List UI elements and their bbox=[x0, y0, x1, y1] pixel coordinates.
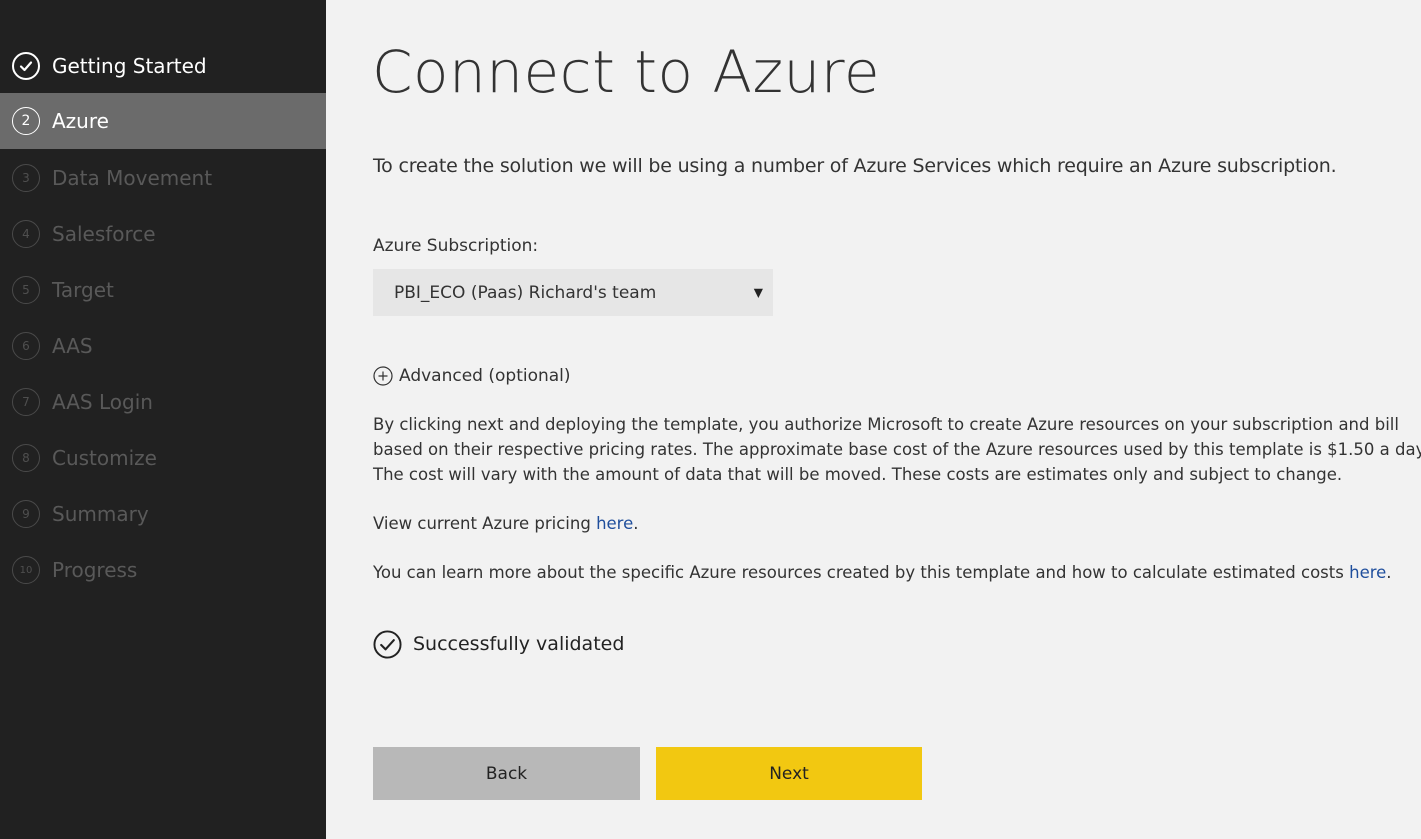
sidebar-item-label: AAS Login bbox=[52, 390, 153, 414]
sidebar-item-summary[interactable]: 9 Summary bbox=[0, 486, 326, 542]
intro-text: To create the solution we will be using … bbox=[373, 155, 1337, 177]
learn-more-link[interactable]: here bbox=[1349, 563, 1386, 582]
step-number-icon: 10 bbox=[12, 556, 40, 584]
pricing-text: View current Azure pricing here. bbox=[373, 511, 1413, 536]
step-number-icon: 7 bbox=[12, 388, 40, 416]
subscription-label: Azure Subscription: bbox=[373, 236, 539, 256]
sidebar-item-aas-login[interactable]: 7 AAS Login bbox=[0, 374, 326, 430]
back-button[interactable]: Back bbox=[373, 747, 640, 800]
subscription-value: PBI_ECO (Paas) Richard's team bbox=[394, 282, 657, 303]
sidebar-item-azure[interactable]: 2 Azure bbox=[0, 93, 326, 149]
subscription-dropdown[interactable]: PBI_ECO (Paas) Richard's team ▼ bbox=[373, 269, 773, 316]
sidebar-item-salesforce[interactable]: 4 Salesforce bbox=[0, 206, 326, 262]
step-number-icon: 6 bbox=[12, 332, 40, 360]
sidebar-item-label: Azure bbox=[52, 109, 109, 133]
pricing-link[interactable]: here bbox=[596, 514, 633, 533]
app-window: Getting Started 2 Azure 3 Data Movement … bbox=[0, 0, 1421, 839]
cost-disclaimer: By clicking next and deploying the templ… bbox=[373, 412, 1421, 487]
sidebar-item-aas[interactable]: 6 AAS bbox=[0, 318, 326, 374]
advanced-toggle[interactable]: Advanced (optional) bbox=[373, 363, 571, 389]
step-number-icon: 4 bbox=[12, 220, 40, 248]
disclaimer-line: based on their respective pricing rates.… bbox=[373, 440, 1421, 459]
sidebar: Getting Started 2 Azure 3 Data Movement … bbox=[0, 0, 326, 839]
sidebar-item-label: Summary bbox=[52, 502, 149, 526]
sidebar-item-target[interactable]: 5 Target bbox=[0, 262, 326, 318]
plus-circle-icon bbox=[373, 366, 393, 386]
disclaimer-line: The cost will vary with the amount of da… bbox=[373, 465, 1343, 484]
sidebar-item-label: Customize bbox=[52, 446, 157, 470]
check-circle-icon bbox=[12, 52, 40, 80]
pricing-suffix: . bbox=[633, 514, 639, 533]
sidebar-item-label: Getting Started bbox=[52, 54, 207, 78]
sidebar-item-data-movement[interactable]: 3 Data Movement bbox=[0, 150, 326, 206]
disclaimer-line: By clicking next and deploying the templ… bbox=[373, 415, 1399, 434]
pricing-label: View current Azure pricing bbox=[373, 514, 597, 533]
validation-status: Successfully validated bbox=[373, 629, 624, 659]
sidebar-item-customize[interactable]: 8 Customize bbox=[0, 430, 326, 486]
check-circle-icon bbox=[373, 629, 402, 659]
step-number-icon: 3 bbox=[12, 164, 40, 192]
sidebar-item-label: Target bbox=[52, 278, 114, 302]
page-title: Connect to Azure bbox=[372, 38, 881, 106]
caret-down-icon: ▼ bbox=[753, 284, 763, 299]
sidebar-item-label: AAS bbox=[52, 334, 93, 358]
next-button[interactable]: Next bbox=[656, 747, 922, 800]
validated-label: Successfully validated bbox=[413, 633, 625, 655]
main-content: Connect to Azure To create the solution … bbox=[326, 0, 1421, 839]
learn-more-text: You can learn more about the specific Az… bbox=[373, 560, 1413, 585]
step-number-icon: 5 bbox=[12, 276, 40, 304]
learn-suffix: . bbox=[1386, 563, 1392, 582]
step-number-icon: 2 bbox=[12, 107, 40, 135]
sidebar-item-label: Data Movement bbox=[52, 166, 213, 190]
step-number-icon: 9 bbox=[12, 500, 40, 528]
sidebar-item-progress[interactable]: 10 Progress bbox=[0, 542, 326, 598]
sidebar-item-label: Salesforce bbox=[52, 222, 156, 246]
step-number-icon: 8 bbox=[12, 444, 40, 472]
learn-label: You can learn more about the specific Az… bbox=[373, 563, 1350, 582]
sidebar-item-getting-started[interactable]: Getting Started bbox=[0, 38, 326, 94]
advanced-label: Advanced (optional) bbox=[399, 366, 571, 386]
sidebar-item-label: Progress bbox=[52, 558, 138, 582]
